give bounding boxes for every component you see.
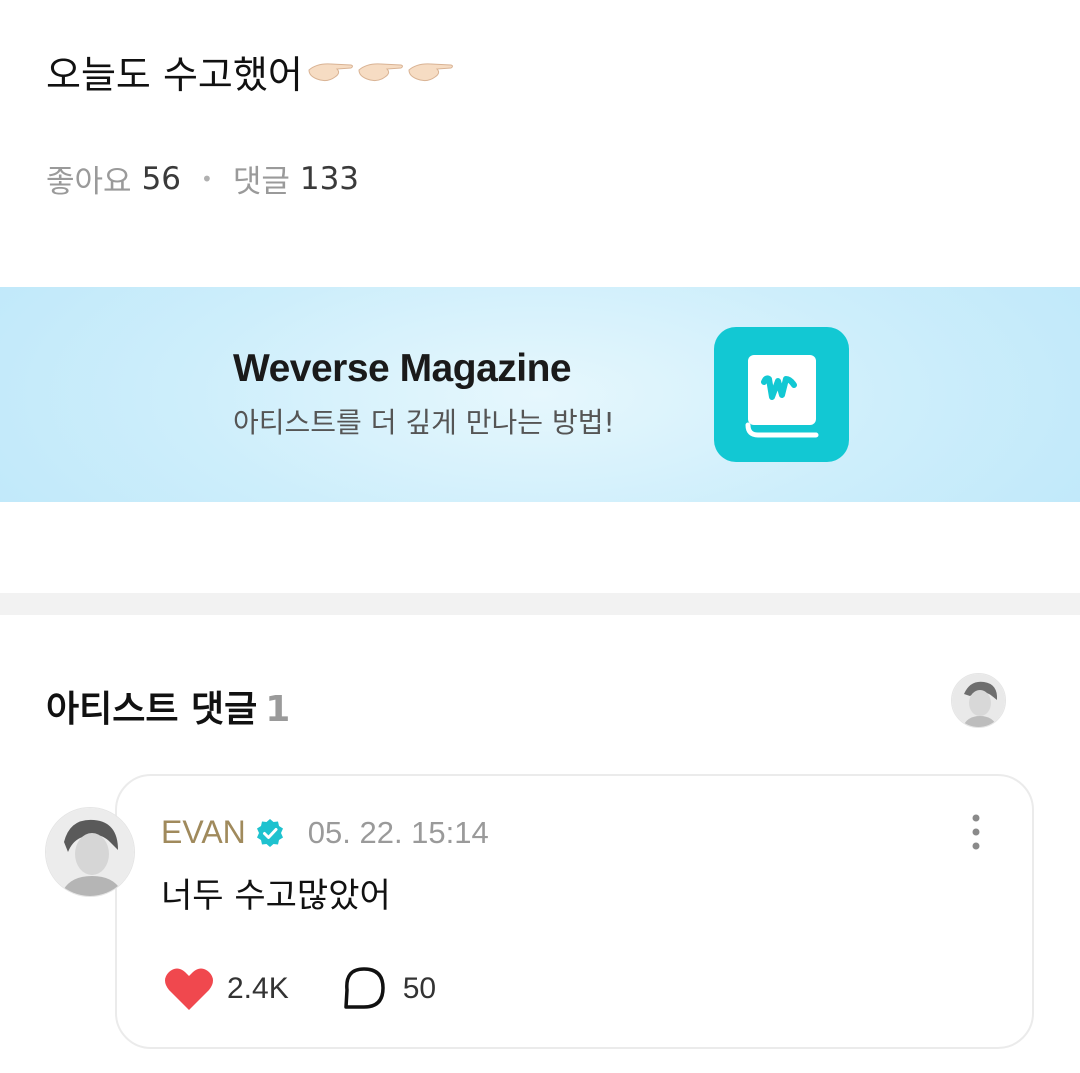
post-text: 오늘도 수고했어: [46, 44, 455, 99]
post-stats: 좋아요 56 • 댓글 133: [46, 156, 359, 201]
comment-header: EVAN 05. 22. 15:14: [161, 814, 489, 851]
comments-label[interactable]: 댓글: [233, 156, 290, 201]
weverse-magazine-app-icon: [714, 327, 849, 462]
artist-comments-label: 아티스트 댓글: [46, 689, 258, 730]
avatar-photo: [46, 808, 134, 896]
pointing-hand-emojis: [307, 59, 455, 85]
comment-body: 너두 수고많았어: [161, 876, 391, 916]
artist-comments-count: 1: [265, 689, 291, 730]
comment-actions: 2.4K 50: [163, 966, 436, 1012]
comment-author[interactable]: EVAN: [161, 814, 246, 851]
comment-like-count: 2.4K: [227, 972, 289, 1005]
comments-count[interactable]: 133: [300, 161, 359, 197]
section-divider: [0, 593, 1080, 615]
more-options-icon[interactable]: [966, 812, 986, 852]
pointing-hand-icon: [408, 62, 453, 81]
pointing-hand-icon: [308, 62, 353, 81]
post-body: 오늘도 수고했어: [46, 53, 303, 97]
weverse-magazine-banner[interactable]: Weverse Magazine 아티스트를 더 깊게 만나는 방법!: [0, 287, 1080, 502]
reply-bubble-icon[interactable]: [341, 966, 387, 1012]
likes-label[interactable]: 좋아요: [46, 156, 132, 201]
banner-title: Weverse Magazine: [233, 347, 572, 390]
artist-avatar-small[interactable]: [951, 673, 1006, 728]
avatar-photo: [952, 674, 1005, 727]
likes-count[interactable]: 56: [142, 161, 181, 197]
verified-badge-icon: [256, 818, 283, 847]
artist-comment-card: EVAN 05. 22. 15:14 너두 수고많았어 2.4K 50: [115, 774, 1034, 1049]
comment-author-avatar[interactable]: [45, 807, 135, 897]
artist-comments-title: 아티스트 댓글 1: [46, 680, 290, 732]
magazine-book-icon: [745, 355, 819, 438]
comment-reply-count: 50: [402, 972, 437, 1005]
separator-dot: •: [201, 166, 213, 191]
pointing-hand-icon: [358, 62, 403, 81]
banner-subtitle: 아티스트를 더 깊게 만나는 방법!: [233, 406, 615, 439]
comment-date: 05. 22. 15:14: [307, 814, 489, 850]
heart-icon[interactable]: [163, 966, 215, 1012]
